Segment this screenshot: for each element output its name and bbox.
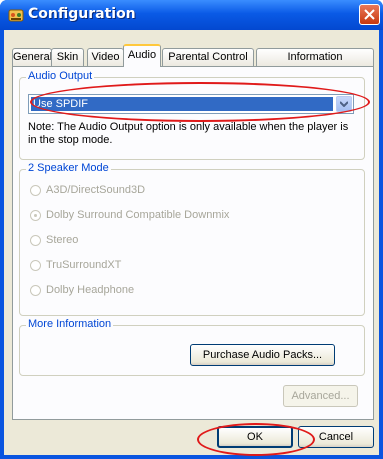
tab-information[interactable]: Information — [256, 48, 374, 66]
audio-output-group-label: Audio Output — [26, 70, 95, 82]
app-icon — [8, 9, 24, 22]
radio-circle — [30, 185, 41, 196]
tab-general[interactable]: General — [12, 48, 52, 66]
tab-strip: General Skin Video Audio Parental Contro… — [12, 44, 374, 67]
advanced-button[interactable]: Advanced... — [283, 385, 358, 407]
title-bar[interactable]: Configuration — [0, 0, 383, 30]
tab-video[interactable]: Video — [87, 48, 124, 66]
radio-label: TruSurroundXT — [46, 259, 122, 271]
audio-output-group: Audio Output Use SPDIF Note: The Audio O… — [19, 70, 365, 160]
configuration-window: Configuration General Skin Video Audio P… — [0, 0, 383, 459]
radio-circle — [30, 235, 41, 246]
chevron-down-icon — [340, 101, 348, 107]
more-information-group: More Information Purchase Audio Packs... — [19, 318, 365, 376]
radio-label: Dolby Surround Compatible Downmix — [46, 209, 230, 221]
close-icon — [364, 9, 375, 20]
radio-label: Stereo — [46, 234, 79, 246]
radio-label: Dolby Headphone — [46, 284, 135, 296]
radio-label: A3D/DirectSound3D — [46, 184, 146, 196]
audio-output-note: Note: The Audio Output option is only av… — [28, 121, 349, 146]
radio-circle — [30, 210, 41, 221]
dialog-client: General Skin Video Audio Parental Contro… — [4, 30, 379, 455]
dropdown-button[interactable] — [336, 96, 352, 112]
ok-button[interactable]: OK — [217, 426, 293, 448]
audio-output-select[interactable]: Use SPDIF — [28, 94, 354, 114]
more-information-group-label: More Information — [26, 318, 114, 330]
speaker-mode-group-label: 2 Speaker Mode — [26, 162, 111, 174]
speaker-mode-group: 2 Speaker Mode A3D/DirectSound3D Dolby S… — [19, 162, 365, 316]
cancel-button[interactable]: Cancel — [298, 426, 374, 448]
purchase-audio-packs-button[interactable]: Purchase Audio Packs... — [190, 344, 335, 366]
tab-audio[interactable]: Audio — [123, 44, 161, 67]
tab-skin[interactable]: Skin — [51, 48, 84, 66]
radio-circle — [30, 285, 41, 296]
audio-output-selected-value: Use SPDIF — [31, 97, 333, 111]
close-button[interactable] — [359, 4, 380, 25]
radio-selected-dot — [34, 214, 37, 217]
window-title: Configuration — [28, 6, 136, 22]
tab-parental-control[interactable]: Parental Control — [162, 48, 254, 66]
radio-circle — [30, 260, 41, 271]
audio-tab-panel: Audio Output Use SPDIF Note: The Audio O… — [12, 66, 374, 420]
